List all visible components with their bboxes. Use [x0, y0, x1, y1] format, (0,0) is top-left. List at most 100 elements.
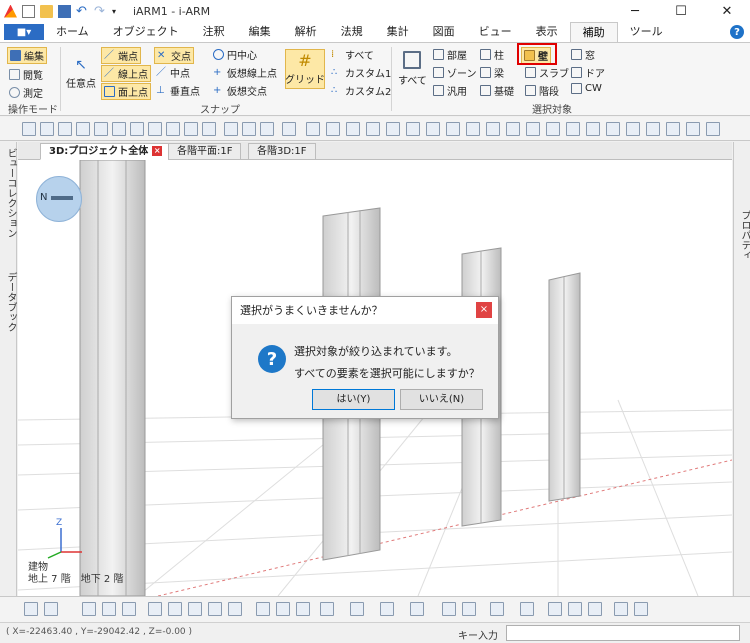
render-icon[interactable]: [102, 602, 116, 616]
virtual-on-line-snap-button[interactable]: + 仮想線上点: [213, 65, 277, 80]
select-all-button[interactable]: すべて: [398, 51, 427, 87]
snap-all-button[interactable]: ⁞ すべて: [331, 47, 374, 62]
tab-floor-3d-1f[interactable]: 各階3D:1F: [248, 143, 316, 160]
tab-analysis[interactable]: 解析: [283, 22, 329, 42]
select-all-icon[interactable]: [306, 122, 320, 136]
wireframe-icon[interactable]: [548, 602, 562, 616]
tab-drawing[interactable]: 図面: [421, 22, 467, 42]
tab-regulation[interactable]: 法規: [329, 22, 375, 42]
tab-annotation[interactable]: 注釈: [191, 22, 237, 42]
column-target-button[interactable]: 柱: [480, 47, 504, 62]
room-icon[interactable]: [326, 122, 340, 136]
door-icon[interactable]: [526, 122, 540, 136]
cw-target-button[interactable]: CW: [571, 83, 602, 94]
object-icon[interactable]: [646, 122, 660, 136]
dialog-close-button[interactable]: ×: [476, 302, 492, 318]
tab-assist[interactable]: 補助: [569, 22, 618, 42]
circle-center-icon[interactable]: [148, 122, 162, 136]
close-tab-icon[interactable]: ×: [152, 146, 163, 156]
mesh-icon[interactable]: [666, 122, 680, 136]
key-input-field[interactable]: [506, 625, 740, 641]
circle-center-snap-button[interactable]: 円中心: [213, 47, 257, 62]
grid-snap-button[interactable]: # グリッド: [285, 49, 325, 89]
light-icon[interactable]: [380, 602, 394, 616]
general-icon[interactable]: [366, 122, 380, 136]
curtain-wall-icon[interactable]: [546, 122, 560, 136]
camera-icon[interactable]: [256, 602, 270, 616]
browse-mode-button[interactable]: 閲覧: [9, 67, 43, 82]
endpoint-icon[interactable]: [40, 122, 54, 136]
new-file-icon[interactable]: [22, 4, 35, 18]
filter-icon[interactable]: [442, 602, 456, 616]
story-icon[interactable]: [44, 602, 58, 616]
tab-aggregate[interactable]: 集計: [375, 22, 421, 42]
equipment-icon[interactable]: [626, 122, 640, 136]
tab-edit[interactable]: 編集: [237, 22, 283, 42]
shade-icon[interactable]: [82, 602, 96, 616]
redo-icon[interactable]: ↷: [94, 5, 107, 18]
zone-target-button[interactable]: ゾーン: [433, 65, 477, 80]
hidden-line-icon[interactable]: [568, 602, 582, 616]
display-mode-icon[interactable]: [320, 602, 334, 616]
layer-icon[interactable]: [24, 602, 38, 616]
general-target-button[interactable]: 汎用: [433, 83, 467, 98]
tab-home[interactable]: ホーム: [44, 22, 101, 42]
view-collection-tab[interactable]: ビューコレクション: [3, 148, 18, 238]
column-icon[interactable]: [386, 122, 400, 136]
section-icon[interactable]: [276, 602, 290, 616]
edit-mode-button[interactable]: 編集: [7, 47, 47, 64]
room-target-button[interactable]: 部屋: [433, 47, 467, 62]
virtual-intersection-icon[interactable]: [184, 122, 198, 136]
railing-icon[interactable]: [566, 122, 580, 136]
wall-icon[interactable]: [446, 122, 460, 136]
snap-custom2-button[interactable]: ∴ カスタム2: [331, 83, 391, 98]
stair-icon[interactable]: [486, 122, 500, 136]
image-icon[interactable]: [634, 602, 648, 616]
no-button[interactable]: いいえ(N): [400, 389, 483, 410]
snap-all-icon[interactable]: [224, 122, 238, 136]
zoom-icon[interactable]: [188, 602, 202, 616]
custom2-icon[interactable]: [260, 122, 274, 136]
door-target-button[interactable]: ドア: [571, 65, 605, 80]
fit-view-icon[interactable]: [168, 602, 182, 616]
view-orientation-icon[interactable]: [350, 602, 364, 616]
midpoint-icon[interactable]: [112, 122, 126, 136]
undo-icon[interactable]: ↶: [76, 5, 89, 18]
endpoint-snap-button[interactable]: ／端点: [101, 47, 141, 64]
on-line-snap-button[interactable]: ／線上点: [101, 65, 151, 82]
stair-target-button[interactable]: 階段: [525, 83, 559, 98]
zone-icon[interactable]: [346, 122, 360, 136]
annotation-icon[interactable]: [686, 122, 700, 136]
yes-button[interactable]: はい(Y): [312, 389, 395, 410]
slab-target-button[interactable]: スラブ: [525, 65, 569, 80]
clip-icon[interactable]: [296, 602, 310, 616]
furniture-icon[interactable]: [606, 122, 620, 136]
dimension-icon[interactable]: [706, 122, 720, 136]
window-icon[interactable]: [506, 122, 520, 136]
compass-widget[interactable]: N: [36, 176, 82, 222]
cursor-arrow-icon[interactable]: [22, 122, 36, 136]
style-icon[interactable]: [490, 602, 504, 616]
walk-icon[interactable]: [410, 602, 424, 616]
open-folder-icon[interactable]: [40, 4, 53, 18]
file-menu-button[interactable]: ■▾: [4, 24, 44, 40]
beam-target-button[interactable]: 梁: [480, 65, 504, 80]
transparency-icon[interactable]: [520, 602, 534, 616]
tab-3d-project-all[interactable]: 3D:プロジェクト全体 ×: [40, 143, 172, 160]
tab-object[interactable]: オブジェクト: [101, 22, 191, 42]
on-line-icon[interactable]: [58, 122, 72, 136]
arbitrary-point-button[interactable]: ↖ 任意点: [66, 57, 96, 90]
slab-icon[interactable]: [466, 122, 480, 136]
on-face-snap-button[interactable]: 面上点: [101, 83, 151, 100]
virtual-line-icon[interactable]: [166, 122, 180, 136]
close-window-button[interactable]: ✕: [704, 0, 750, 22]
tab-floor-plan-1f[interactable]: 各階平面:1F: [168, 143, 242, 160]
perpendicular-icon[interactable]: [130, 122, 144, 136]
foundation-target-button[interactable]: 基礎: [480, 83, 514, 98]
intersection-icon[interactable]: [94, 122, 108, 136]
virtual-intersection-snap-button[interactable]: + 仮想交点: [213, 83, 267, 98]
on-face-icon[interactable]: [76, 122, 90, 136]
minimize-button[interactable]: ─: [612, 0, 658, 22]
snap-settings-icon[interactable]: [282, 122, 296, 136]
window-target-button[interactable]: 窓: [571, 47, 595, 62]
